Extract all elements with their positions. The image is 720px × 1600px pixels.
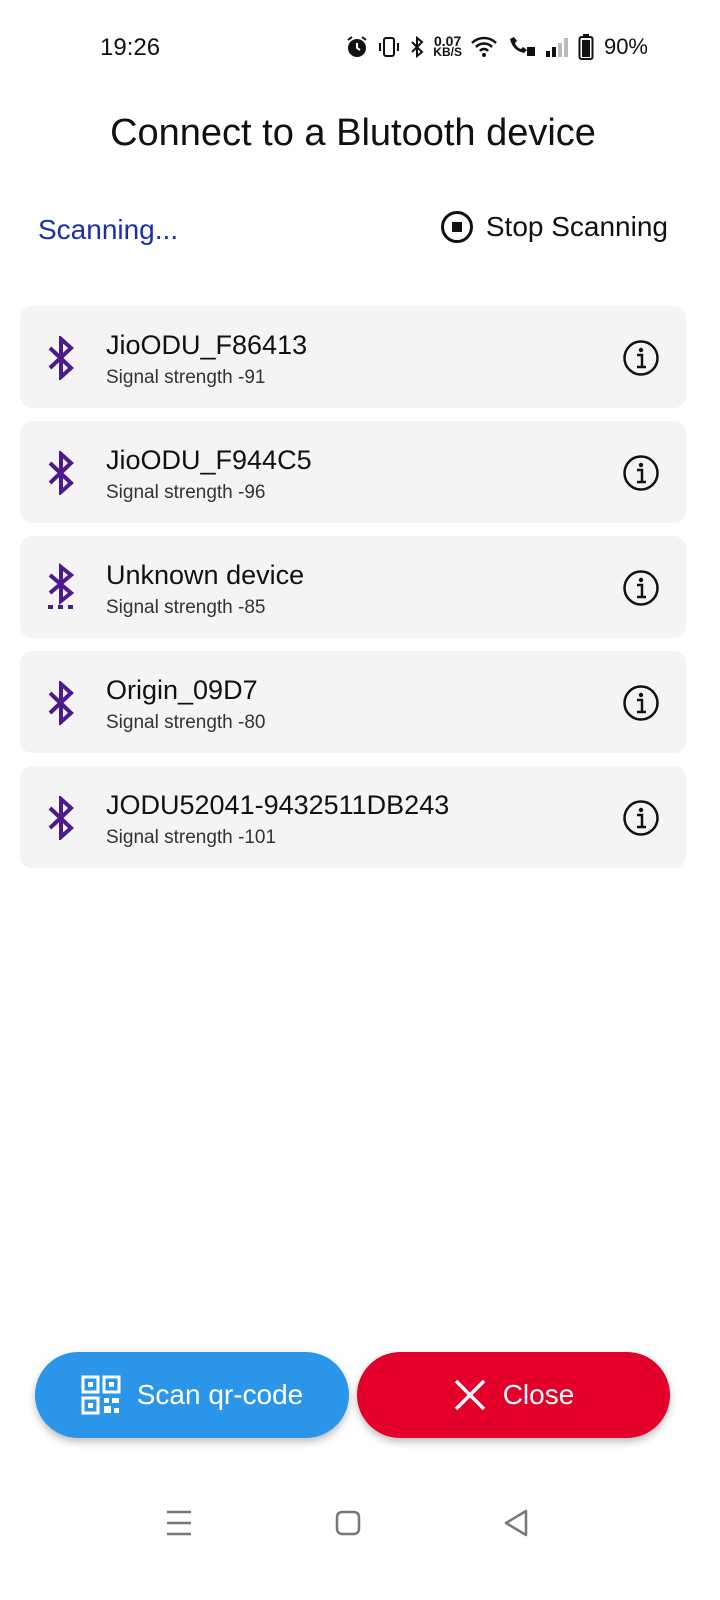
device-item[interactable]: Unknown device Signal strength -85 <box>20 536 686 638</box>
status-time: 19:26 <box>100 34 161 61</box>
bluetooth-searching-icon <box>48 562 75 609</box>
signal-icon <box>545 38 568 57</box>
wifi-calling-icon <box>509 37 535 56</box>
device-item[interactable]: JioODU_F944C5 Signal strength -96 <box>20 421 686 523</box>
device-name: JODU52041-9432511DB243 <box>106 790 450 820</box>
info-icon[interactable] <box>622 799 660 837</box>
scan-status: Scanning... <box>38 214 179 245</box>
stop-scanning-button[interactable]: Stop Scanning <box>440 210 668 244</box>
close-button[interactable]: Close <box>357 1352 670 1438</box>
bluetooth-icon <box>48 681 74 725</box>
bluetooth-status-icon <box>411 35 424 59</box>
qr-code-icon <box>81 1375 121 1415</box>
device-item[interactable]: JioODU_F86413 Signal strength -91 <box>20 306 686 408</box>
stop-icon <box>440 211 473 243</box>
status-icons: 0.07 KB/S 90% <box>345 32 648 62</box>
info-icon[interactable] <box>622 569 660 607</box>
device-signal: Signal strength -96 <box>106 482 266 503</box>
device-signal: Signal strength -80 <box>106 712 266 733</box>
device-signal: Signal strength -91 <box>106 367 266 388</box>
scan-row: Scanning... Stop Scanning <box>38 210 668 250</box>
device-name: JioODU_F944C5 <box>106 445 312 475</box>
close-label: Close <box>502 1379 575 1410</box>
battery-icon <box>578 34 594 60</box>
network-speed: 0.07 KB/S <box>433 33 462 59</box>
info-icon[interactable] <box>622 339 660 377</box>
wifi-icon <box>471 36 497 57</box>
home-icon[interactable] <box>334 1508 362 1538</box>
device-signal: Signal strength -85 <box>106 597 266 618</box>
device-list: JioODU_F86413 Signal strength -91 JioODU… <box>20 306 686 881</box>
bluetooth-icon <box>48 451 74 495</box>
alarm-icon <box>347 36 367 57</box>
device-name: Origin_09D7 <box>106 675 258 705</box>
device-item[interactable]: JODU52041-9432511DB243 Signal strength -… <box>20 766 686 868</box>
device-name: JioODU_F86413 <box>106 330 308 360</box>
device-signal: Signal strength -101 <box>106 827 277 848</box>
status-bar: 19:26 0.07 KB/S 90% <box>0 0 720 95</box>
navigation-bar <box>0 1490 720 1560</box>
close-icon <box>454 1379 485 1411</box>
bluetooth-icon <box>48 336 74 380</box>
page-title: Connect to a Blutooth device <box>110 112 596 154</box>
info-icon[interactable] <box>622 454 660 492</box>
vibrate-icon <box>379 37 400 57</box>
back-icon[interactable] <box>502 1508 530 1538</box>
device-item[interactable]: Origin_09D7 Signal strength -80 <box>20 651 686 753</box>
battery-percent: 90% <box>603 34 648 59</box>
info-icon[interactable] <box>622 684 660 722</box>
device-name: Unknown device <box>106 560 305 590</box>
scan-qr-code-button[interactable]: Scan qr-code <box>35 1352 349 1438</box>
bluetooth-icon <box>48 796 74 840</box>
recent-apps-icon[interactable] <box>165 1508 193 1538</box>
stop-scanning-label: Stop Scanning <box>485 211 668 242</box>
scan-qr-code-label: Scan qr-code <box>136 1379 304 1410</box>
